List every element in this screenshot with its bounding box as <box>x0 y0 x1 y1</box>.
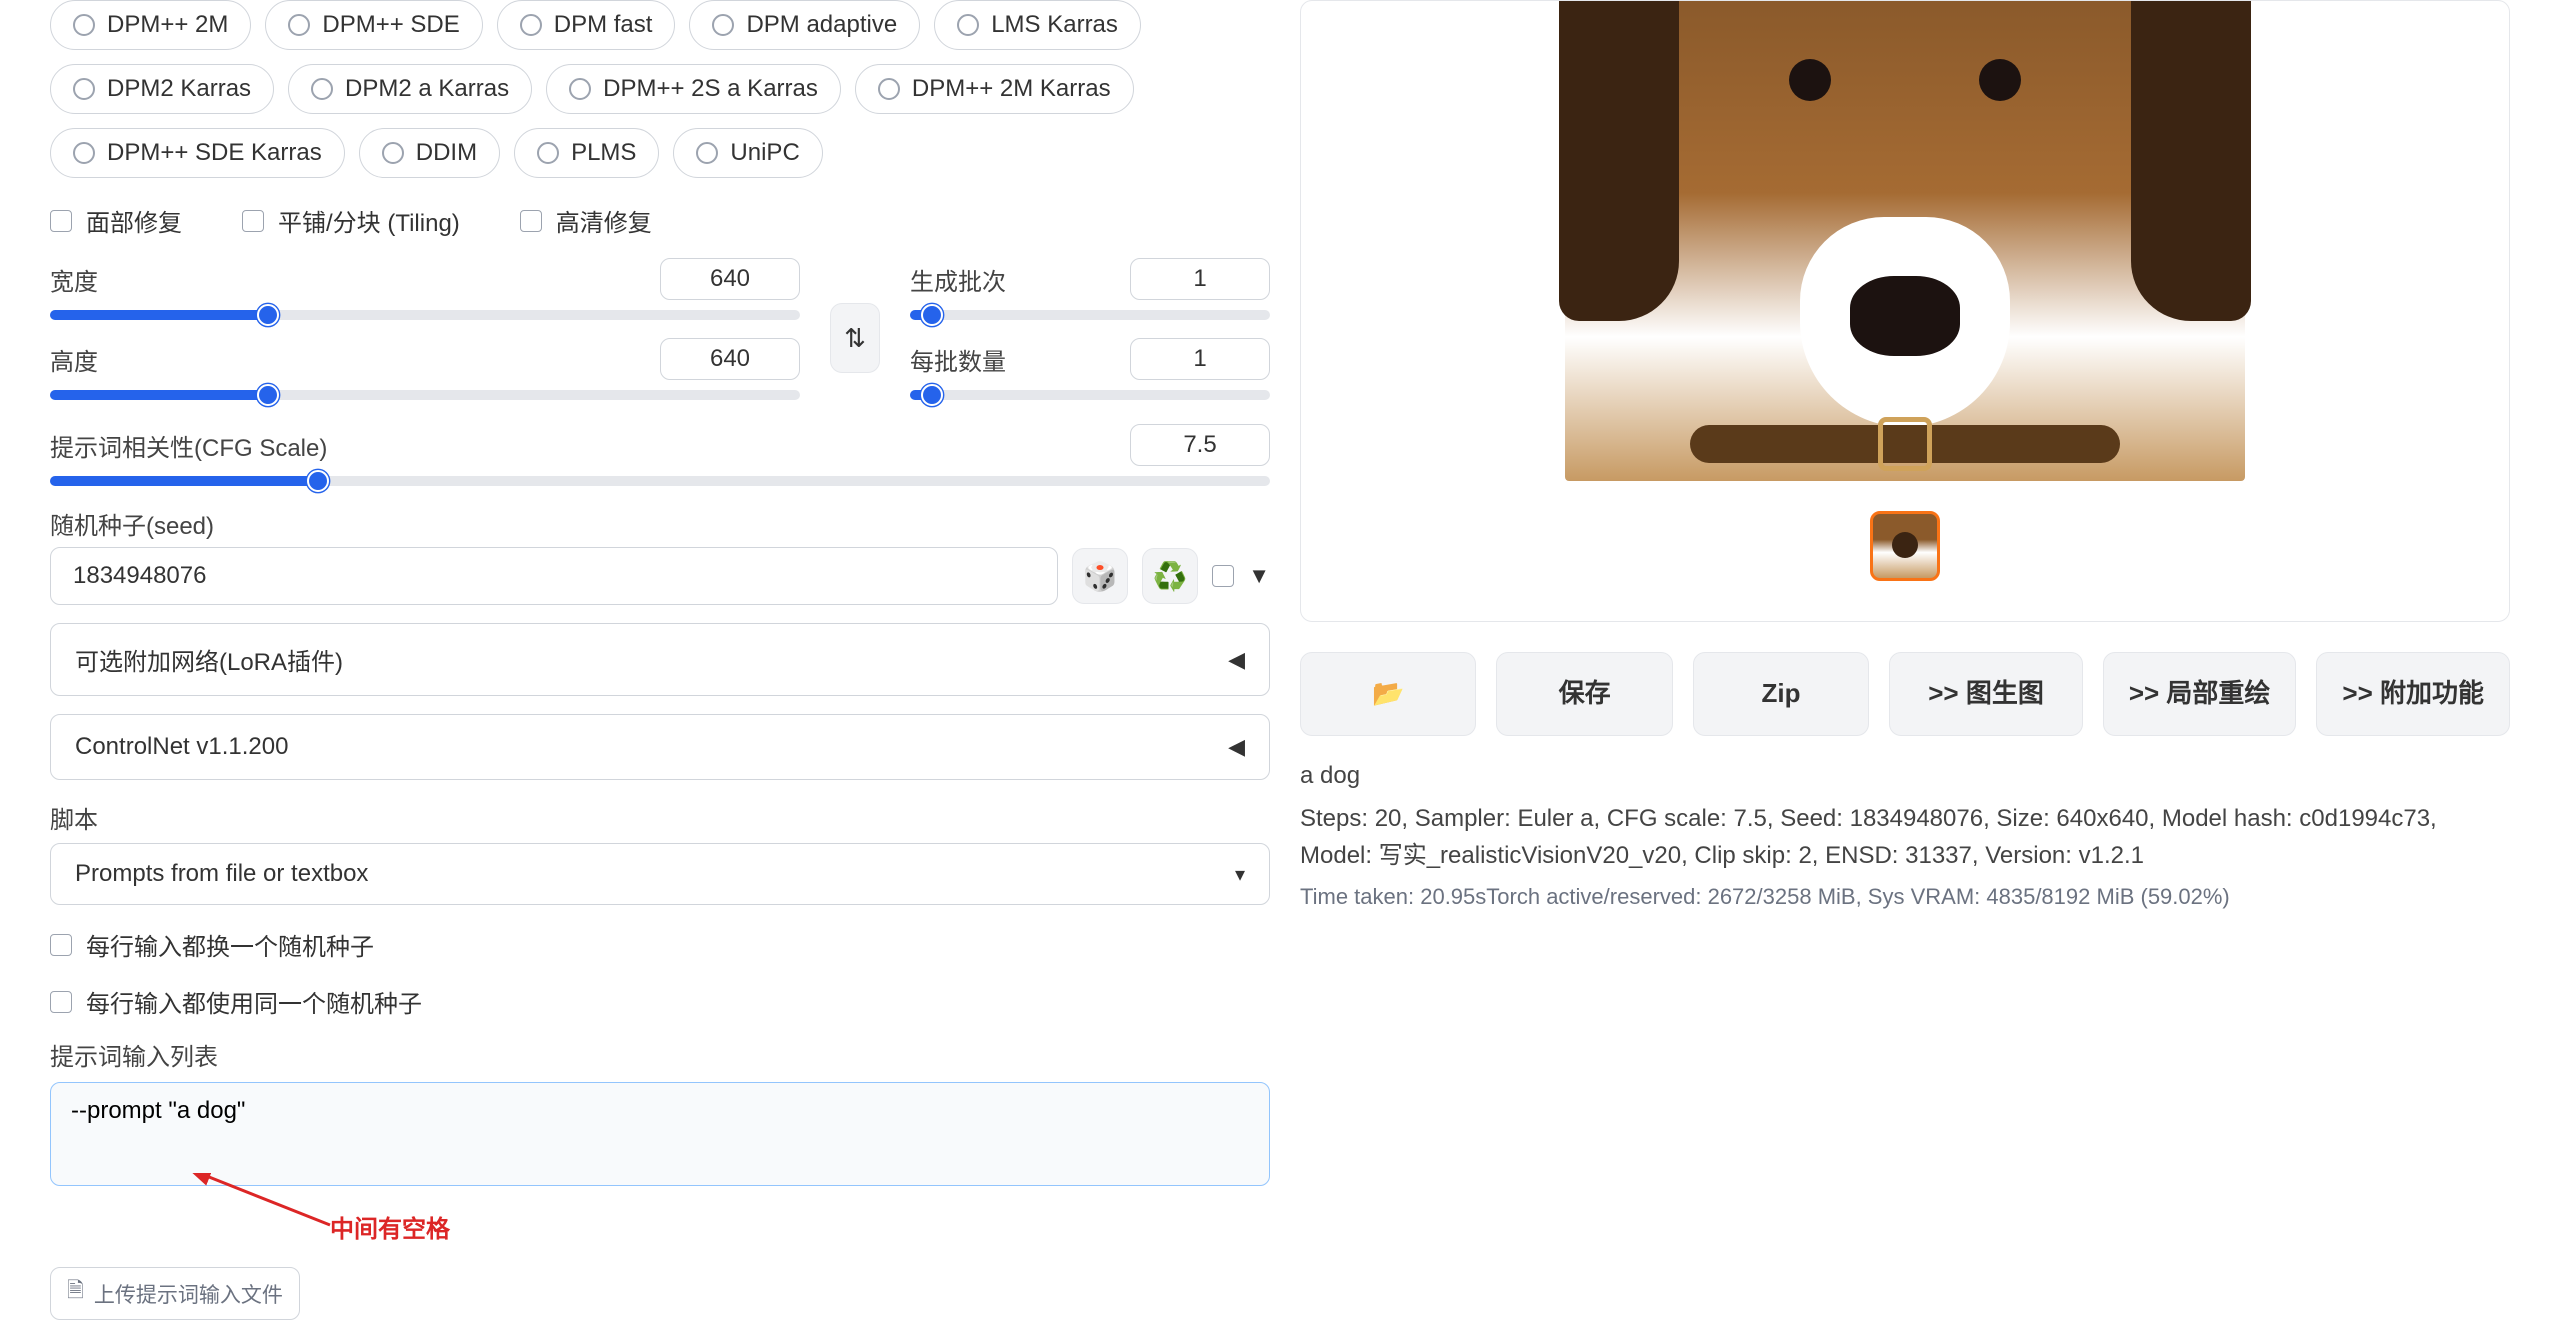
batch-size-slider[interactable] <box>910 390 1270 400</box>
radio-icon <box>382 142 404 164</box>
send-to-img2img-button[interactable]: >> 图生图 <box>1889 652 2083 736</box>
radio-icon <box>712 14 734 36</box>
radio-icon <box>73 142 95 164</box>
prompt-list-textarea[interactable] <box>50 1082 1270 1186</box>
reuse-seed-button[interactable]: ♻️ <box>1142 548 1198 604</box>
send-to-inpaint-button[interactable]: >> 局部重绘 <box>2103 652 2297 736</box>
sampler-option[interactable]: DPM2 Karras <box>50 64 274 114</box>
batch-count-slider[interactable] <box>910 310 1270 320</box>
height-label: 高度 <box>50 342 98 377</box>
radio-icon <box>957 14 979 36</box>
sampler-option[interactable]: UniPC <box>673 128 822 178</box>
sampler-option[interactable]: DPM++ SDE <box>265 0 482 50</box>
radio-icon <box>569 78 591 100</box>
width-input[interactable]: 640 <box>660 258 800 300</box>
sampler-option[interactable]: DDIM <box>359 128 500 178</box>
cfg-label: 提示词相关性(CFG Scale) <box>50 428 327 463</box>
result-image[interactable] <box>1565 1 2245 481</box>
result-prompt-text: a dog <box>1300 762 2510 790</box>
controlnet-accordion[interactable]: ControlNet v1.1.200◀ <box>50 714 1270 780</box>
script-select[interactable]: Prompts from file or textbox▾ <box>50 843 1270 905</box>
result-params-text: Steps: 20, Sampler: Euler a, CFG scale: … <box>1300 800 2510 874</box>
file-icon: 🗎 <box>67 1276 84 1311</box>
zip-button[interactable]: Zip <box>1693 652 1869 736</box>
radio-icon <box>696 142 718 164</box>
iterate-seed-checkbox[interactable]: 每行输入都换一个随机种子 <box>50 927 1270 962</box>
sampler-option[interactable]: DPM++ 2M Karras <box>855 64 1134 114</box>
open-folder-button[interactable]: 📂 <box>1300 652 1476 736</box>
script-label: 脚本 <box>50 800 1270 835</box>
radio-icon <box>73 14 95 36</box>
lora-accordion[interactable]: 可选附加网络(LoRA插件)◀ <box>50 623 1270 696</box>
hires-fix-checkbox[interactable]: 高清修复 <box>520 203 652 238</box>
height-input[interactable]: 640 <box>660 338 800 380</box>
face-restore-checkbox[interactable]: 面部修复 <box>50 203 182 238</box>
seed-extra-checkbox[interactable] <box>1212 565 1234 587</box>
result-thumbnail[interactable] <box>1870 511 1940 581</box>
folder-icon: 📂 <box>1372 677 1404 711</box>
radio-icon <box>878 78 900 100</box>
upload-prompt-file-button[interactable]: 🗎 上传提示词输入文件 <box>50 1267 300 1320</box>
triangle-left-icon: ◀ <box>1228 647 1245 673</box>
sampler-option[interactable]: DPM adaptive <box>689 0 920 50</box>
result-image-panel <box>1300 0 2510 622</box>
same-seed-checkbox[interactable]: 每行输入都使用同一个随机种子 <box>50 984 1270 1019</box>
annotation-text: 中间有空格 <box>330 1209 450 1244</box>
sampler-option[interactable]: DPM2 a Karras <box>288 64 532 114</box>
width-slider[interactable] <box>50 310 800 320</box>
prompt-list-label: 提示词输入列表 <box>50 1037 1270 1072</box>
triangle-left-icon: ◀ <box>1228 734 1245 760</box>
result-time-text: Time taken: 20.95sTorch active/reserved:… <box>1300 884 2510 910</box>
height-slider[interactable] <box>50 390 800 400</box>
radio-icon <box>311 78 333 100</box>
radio-icon <box>73 78 95 100</box>
sampler-option[interactable]: PLMS <box>514 128 659 178</box>
cfg-slider[interactable] <box>50 476 1270 486</box>
send-to-extras-button[interactable]: >> 附加功能 <box>2316 652 2510 736</box>
sampler-option[interactable]: DPM++ 2M <box>50 0 251 50</box>
radio-icon <box>537 142 559 164</box>
sampler-option[interactable]: DPM fast <box>497 0 676 50</box>
sampler-option[interactable]: LMS Karras <box>934 0 1141 50</box>
seed-label: 随机种子(seed) <box>50 506 1270 541</box>
seed-expand-icon[interactable]: ▼ <box>1248 563 1270 589</box>
batch-count-input[interactable]: 1 <box>1130 258 1270 300</box>
cfg-input[interactable]: 7.5 <box>1130 424 1270 466</box>
sampler-option[interactable]: DPM++ SDE Karras <box>50 128 345 178</box>
random-seed-button[interactable]: 🎲 <box>1072 548 1128 604</box>
batch-size-input[interactable]: 1 <box>1130 338 1270 380</box>
width-label: 宽度 <box>50 262 98 297</box>
tiling-checkbox[interactable]: 平铺/分块 (Tiling) <box>242 203 460 238</box>
radio-icon <box>288 14 310 36</box>
swap-dims-button[interactable]: ⇅ <box>830 303 880 373</box>
chevron-down-icon: ▾ <box>1235 862 1245 887</box>
batch-count-label: 生成批次 <box>910 262 1006 297</box>
seed-input[interactable]: 1834948076 <box>50 547 1058 605</box>
batch-size-label: 每批数量 <box>910 342 1006 377</box>
radio-icon <box>520 14 542 36</box>
save-button[interactable]: 保存 <box>1496 652 1672 736</box>
sampler-option[interactable]: DPM++ 2S a Karras <box>546 64 841 114</box>
sampler-grid: DPM++ 2M DPM++ SDE DPM fast DPM adaptive LMS… <box>50 0 1270 178</box>
